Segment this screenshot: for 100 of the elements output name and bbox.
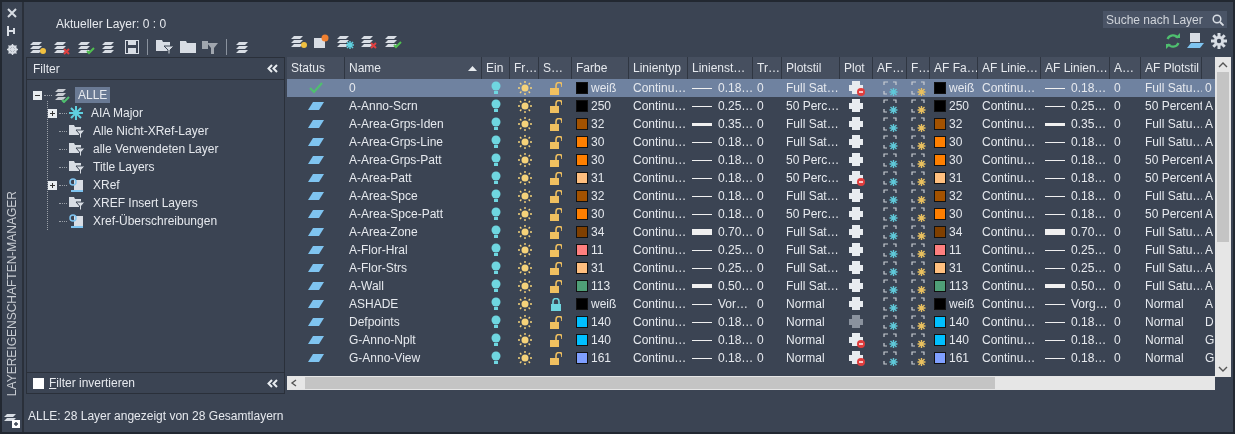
sun-icon[interactable] [517,99,532,113]
bulb-icon[interactable] [491,243,501,257]
table-row[interactable]: G-Anno-Nplt 140 Continu… 0.18… 0 Normal 140 Continu… 0.18… 0 Normal G [287,331,1215,349]
close-icon[interactable] [7,8,17,18]
caret-icon[interactable] [290,379,298,387]
table-row[interactable]: A-Area-Zone 34 Continu… 0.70… 0 Full Sat… 34 Continu… 0.70… 0 Full Satu…A [287,223,1215,241]
sun-icon[interactable] [517,333,532,347]
caret-icon[interactable] [1218,61,1228,69]
filter-icon[interactable] [202,39,218,54]
viewport-freeze-icon[interactable] [911,206,926,222]
lock-icon[interactable] [549,135,562,149]
tree-item[interactable]: alle Verwendeten Layer [90,141,222,157]
refresh-icon[interactable] [1165,33,1181,49]
bulb-icon[interactable] [491,189,501,203]
sun-icon[interactable] [517,315,532,329]
sun-icon[interactable] [517,135,532,149]
expand-toggle[interactable] [48,180,57,190]
sun-icon[interactable] [517,171,532,185]
sun-icon[interactable] [517,117,532,131]
lock-icon[interactable] [549,279,562,293]
viewport-freeze-icon[interactable] [882,116,898,132]
search-icon[interactable] [1212,13,1224,26]
viewport-freeze-icon[interactable] [911,260,926,276]
table-row[interactable]: A-Area-Spce-Patt 30 Continu… 0.18… 0 50 Perc… 30 Continu… 0.18… 0 50 Percent A [287,205,1215,223]
tree-item[interactable]: Alle Nicht-XRef-Layer [90,123,212,139]
expand-toggle[interactable] [33,90,42,100]
viewport-freeze-icon[interactable] [911,332,926,348]
settings-icon[interactable] [1211,33,1227,49]
viewport-freeze-icon[interactable] [911,116,926,132]
viewport-freeze-icon[interactable] [882,152,898,168]
tree-item[interactable]: Title Layers [90,159,158,175]
bulb-icon[interactable] [491,261,501,275]
folder-icon[interactable] [180,40,196,53]
scrollbar-thumb[interactable] [305,377,995,389]
freeze-layer-icon[interactable] [336,33,354,49]
viewport-freeze-icon[interactable] [882,242,898,258]
tree-item[interactable]: AIA Major [88,105,147,121]
viewport-freeze-icon[interactable] [911,134,926,150]
sun-icon[interactable] [517,225,532,239]
sun-icon[interactable] [517,261,532,275]
horizontal-scrollbar[interactable] [287,376,1215,390]
bulb-icon[interactable] [491,153,501,167]
lock-icon[interactable] [549,243,562,257]
viewport-freeze-icon[interactable] [882,224,898,240]
viewport-freeze-icon[interactable] [882,188,898,204]
search-field[interactable]: Suche nach Layer [1103,11,1227,28]
viewport-freeze-icon[interactable] [882,170,898,186]
collapse-icon[interactable] [267,378,278,388]
settings-icon[interactable] [6,44,18,55]
viewport-freeze-icon[interactable] [911,350,926,366]
table-row[interactable]: A-Area-Grps-Iden 32 Continu… 0.35… 0 Full Sat… 32 Continu… 0.35… 0 Full Satu…A [287,115,1215,133]
delete-layer-icon[interactable] [360,33,378,49]
viewport-freeze-icon[interactable] [911,224,926,240]
table-row[interactable]: A-Area-Patt 31 Continu… 0.18… 0 50 Perc… 31 Continu… 0.18… 0 50 Percent A [287,169,1215,187]
lock-icon[interactable] [549,351,562,365]
bulb-icon[interactable] [491,225,501,239]
lock-icon[interactable] [549,117,562,131]
lock-icon[interactable] [549,207,562,221]
layer-properties-icon[interactable] [3,412,21,428]
layer-override-icon[interactable] [1187,33,1205,49]
bulb-icon[interactable] [491,171,501,185]
sun-icon[interactable] [517,297,532,311]
table-row[interactable]: A-Area-Grps-Patt 30 Continu… 0.18… 0 50 Perc… 30 Continu… 0.18… 0 50 Percent A [287,151,1215,169]
bulb-icon[interactable] [491,279,501,293]
lock-icon[interactable] [549,99,562,113]
new-layer-icon[interactable] [290,33,308,49]
viewport-freeze-icon[interactable] [911,314,926,330]
viewport-freeze-icon[interactable] [882,98,898,114]
scrollbar-thumb[interactable] [1217,72,1229,242]
folder-filter-icon[interactable] [156,39,174,54]
lock-icon[interactable] [549,261,562,275]
viewport-freeze-icon[interactable] [882,134,898,150]
tree-item[interactable]: Xref-Überschreibungen [90,213,221,229]
tree-item[interactable]: XRef [90,177,123,193]
sun-icon[interactable] [517,351,532,365]
table-row[interactable]: Defpoints 140 Continu… 0.18… 0 Normal 140 Continu… 0.18… 0 Normal D [287,313,1215,331]
table-row[interactable]: G-Anno-View 161 Continu… 0.18… 0 Normal 161 Continu… 0.18… 0 Normal G [287,349,1215,367]
vertical-scrollbar[interactable] [1215,57,1231,377]
lock-icon[interactable] [549,153,562,167]
viewport-freeze-icon[interactable] [882,260,898,276]
viewport-freeze-icon[interactable] [911,242,926,258]
sun-icon[interactable] [517,189,532,203]
viewport-freeze-icon[interactable] [882,206,898,222]
lock-icon[interactable] [549,189,562,203]
expand-toggle[interactable] [48,108,57,118]
bulb-icon[interactable] [491,117,501,131]
sun-icon[interactable] [517,243,532,257]
tree-item[interactable]: XREF Insert Layers [90,195,201,211]
table-row[interactable]: A-Area-Grps-Line 30 Continu… 0.18… 0 Full Sat… 30 Continu… 0.18… 0 Full Satu…A [287,133,1215,151]
caret-icon[interactable] [1218,365,1228,373]
bulb-icon[interactable] [491,315,501,329]
bulb-icon[interactable] [491,351,501,365]
sun-icon[interactable] [517,153,532,167]
lock-icon[interactable] [549,171,562,185]
viewport-freeze-icon[interactable] [911,296,926,312]
lock-icon[interactable] [549,315,562,329]
table-row[interactable]: A-Anno-Scrn 250 Continu… 0.25… 0 50 Perc… 250 Continu… 0.25… 0 50 Percent A [287,97,1215,115]
bulb-icon[interactable] [491,135,501,149]
table-row[interactable]: ASHADE weiß Continu… Vor… 0 Normal weiß Continu… Vorg… 0 Normal A [287,295,1215,313]
viewport-freeze-icon[interactable] [882,278,898,294]
